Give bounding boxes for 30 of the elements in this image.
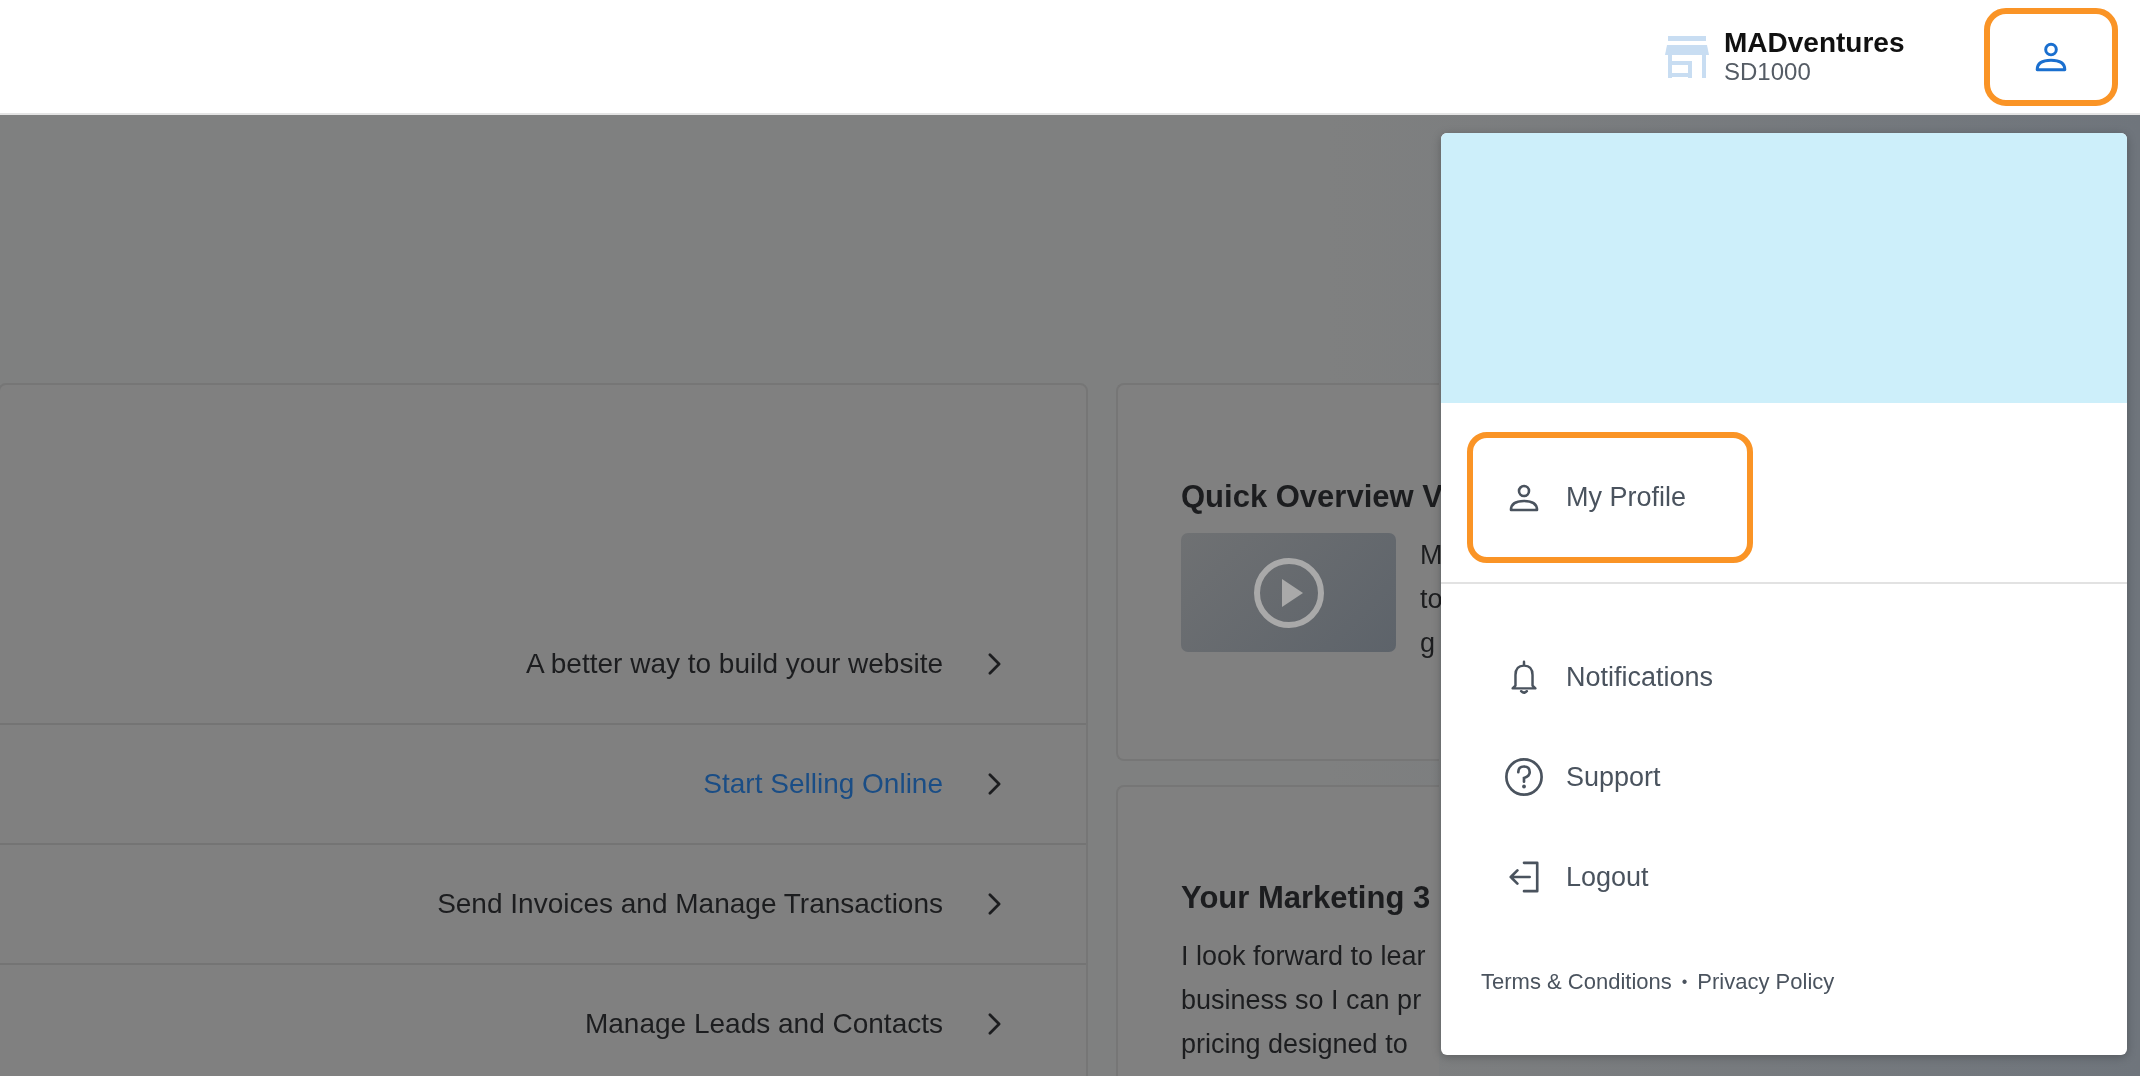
- video-thumbnail[interactable]: [1181, 533, 1396, 652]
- description-text: I look forward to lear: [1181, 940, 1427, 973]
- play-icon: [1252, 556, 1325, 629]
- business-id: SD1000: [1724, 59, 1812, 86]
- menu-item[interactable]: Support: [1504, 727, 2127, 827]
- description-text: to: [1420, 583, 1443, 616]
- help-icon: [1504, 757, 1544, 797]
- description-text: M: [1420, 539, 1443, 572]
- task-link[interactable]: Send Invoices and Manage Transactions: [0, 845, 1086, 965]
- chevron-right-icon: [988, 893, 1001, 915]
- business-name: MADventures: [1724, 27, 1904, 60]
- menu-item[interactable]: Logout: [1504, 827, 2127, 927]
- menu-item[interactable]: My Profile: [1467, 432, 1753, 563]
- card-title: Your Marketing 3: [1181, 880, 1432, 916]
- profile-button[interactable]: [1984, 7, 2118, 106]
- task-link[interactable]: Manage Leads and Contacts: [0, 965, 1086, 1076]
- chevron-right-icon: [988, 1013, 1001, 1035]
- footer-link[interactable]: Terms & Conditions: [1481, 969, 1672, 995]
- task-link[interactable]: A better way to build your website: [0, 605, 1086, 725]
- description-text: business so I can pr: [1181, 984, 1423, 1017]
- menu-item[interactable]: Notifications: [1504, 627, 2127, 727]
- footer-link[interactable]: Privacy Policy: [1697, 969, 1835, 995]
- storefront-icon: [1664, 34, 1710, 79]
- card-title: Quick Overview V: [1181, 479, 1439, 515]
- description-text: g: [1420, 627, 1437, 660]
- separator-dot: •: [1681, 973, 1688, 991]
- description-text: pricing designed to: [1181, 1028, 1409, 1061]
- person-icon: [2034, 41, 2068, 72]
- chevron-right-icon: [988, 773, 1001, 795]
- chevron-right-icon: [988, 653, 1001, 675]
